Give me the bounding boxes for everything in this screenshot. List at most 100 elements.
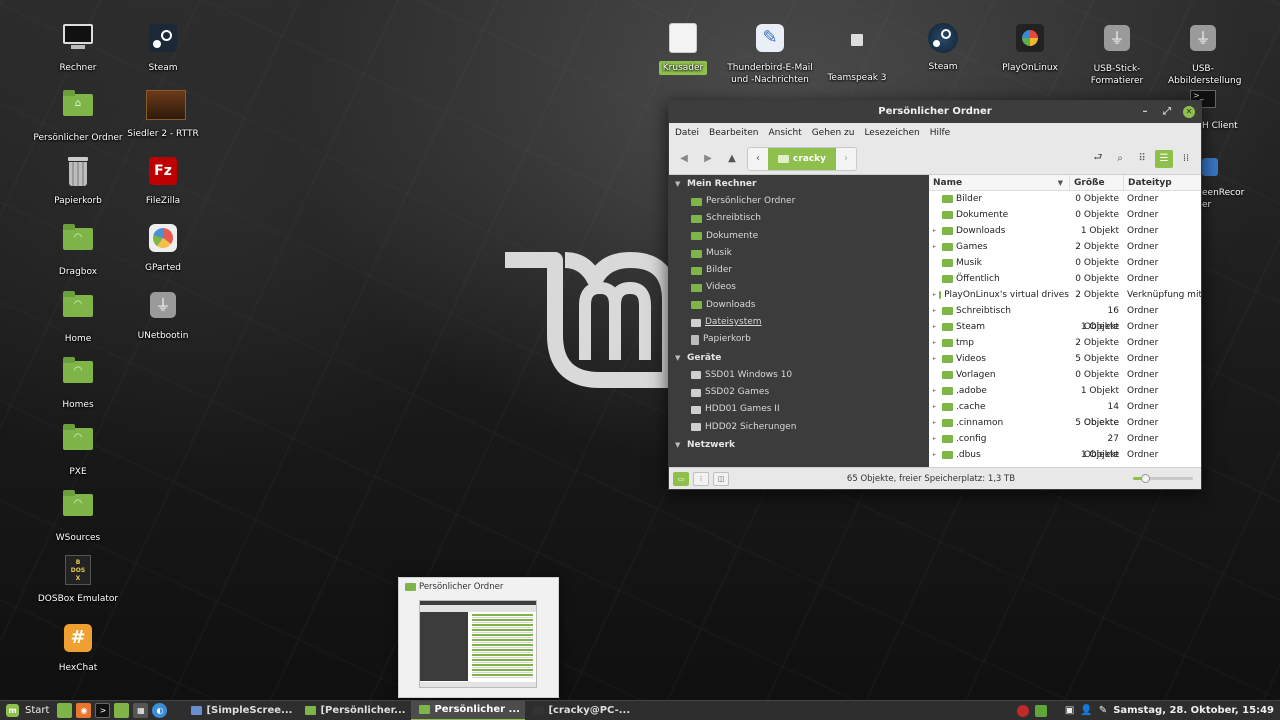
table-row[interactable]: ▸ PlayOnLinux's virtual drives 2 Objekte Ve… <box>929 287 1201 303</box>
expand-arrow-icon[interactable]: ▸ <box>933 399 939 415</box>
table-row[interactable]: ▸ Schreibtisch 16 Objekte Ordner <box>929 303 1201 332</box>
desktop-icon-persoenlicher-ordner[interactable]: ⌂ Persönlicher Ordner <box>33 88 123 144</box>
table-row[interactable]: Öffentlich 0 Objekte Ordner <box>929 271 1201 287</box>
sidebar-item-dateisystem[interactable]: Dateisystem <box>669 314 929 331</box>
sidebar-item-papierkorb[interactable]: Papierkorb <box>669 331 929 348</box>
preview-thumbnail[interactable] <box>419 600 537 688</box>
desktop-icon-gparted[interactable]: GParted <box>118 222 208 274</box>
sidebar-item-ssd02[interactable]: SSD02 Games <box>669 384 929 401</box>
compact-view-icon[interactable]: ⁞⁞ <box>1177 150 1195 168</box>
desktop-icon-usb-abbilderstellung[interactable]: ⏚ USB-Abbilderstellung <box>1158 22 1248 87</box>
sidebar-heading-mein-rechner[interactable]: ▼ Mein Rechner <box>669 175 929 193</box>
list-view-icon[interactable]: ☰ <box>1155 149 1173 168</box>
table-row[interactable]: ▸ Downloads 1 Objekt Ordner <box>929 223 1201 239</box>
icon-view-icon[interactable]: ⠿ <box>1133 150 1151 168</box>
column-name[interactable]: Name ▼ <box>929 175 1069 190</box>
search-icon[interactable]: ⌕ <box>1111 150 1129 168</box>
path-toggle-icon[interactable]: ⮐ <box>1089 150 1107 168</box>
table-row[interactable]: ▸ .dbus 1 Objekt Ordner <box>929 447 1201 463</box>
table-row[interactable]: ▸ .adobe 1 Objekt Ordner <box>929 383 1201 399</box>
window-preview-popup[interactable]: Persönlicher Ordner <box>398 577 559 698</box>
sidebar-item-hdd02[interactable]: HDD02 Sicherungen <box>669 419 929 436</box>
desktop-icon-rechner[interactable]: Rechner <box>33 22 123 74</box>
desktop-icon-usb-formatierer[interactable]: ⏚ USB-Stick-Formatierer <box>1072 22 1162 87</box>
minimize-icon[interactable]: – <box>1139 101 1151 123</box>
desktop-icon-dragbox[interactable]: ◠ Dragbox <box>33 222 123 278</box>
workspace-icon[interactable]: ▦ <box>133 703 149 718</box>
desktop-icon-siedler[interactable]: Siedler 2 - RTTR <box>118 88 208 140</box>
up-arrow-icon[interactable]: ▲ <box>723 150 741 168</box>
zoom-slider[interactable] <box>1133 474 1193 483</box>
show-desktop-icon[interactable] <box>57 703 73 718</box>
expand-arrow-icon[interactable]: ▸ <box>933 239 939 255</box>
window-titlebar[interactable]: Persönlicher Ordner – ⤢ ✕ <box>669 101 1201 123</box>
sidebar-item-schreibtisch[interactable]: Schreibtisch <box>669 210 929 227</box>
desktop-icon-steam-top[interactable]: Steam <box>898 22 988 73</box>
desktop-icon-filezilla[interactable]: Fz FileZilla <box>118 155 208 207</box>
zoom-slider-knob[interactable] <box>1141 474 1150 483</box>
table-row[interactable]: Bilder 0 Objekte Ordner <box>929 191 1201 207</box>
expand-arrow-icon[interactable]: ▸ <box>933 319 939 335</box>
table-row[interactable]: Dokumente 0 Objekte Ordner <box>929 207 1201 223</box>
taskbar-task[interactable]: [Persönlicher... <box>297 701 411 720</box>
expand-arrow-icon[interactable]: ▸ <box>933 287 936 303</box>
back-arrow-icon[interactable]: ◀ <box>675 150 693 168</box>
maximize-icon[interactable]: ⤢ <box>1161 101 1173 123</box>
desktop-icon-home[interactable]: ◠ Home <box>33 289 123 345</box>
places-toggle-icon[interactable]: ▭ <box>673 471 689 486</box>
menu-lesezeichen[interactable]: Lesezeichen <box>864 128 919 138</box>
desktop-icon-homes[interactable]: ◠ Homes <box>33 355 123 411</box>
table-row[interactable]: ▸ Steam 1 Objekt Ordner <box>929 319 1201 335</box>
network-icon[interactable]: ✎ <box>1099 705 1107 716</box>
column-type[interactable]: Dateityp <box>1123 175 1201 190</box>
menu-hilfe[interactable]: Hilfe <box>930 128 950 138</box>
desktop-icon-krusader[interactable]: Krusader <box>638 22 728 75</box>
table-row[interactable]: ▸ .config 27 Objekte Ordner <box>929 431 1201 460</box>
breadcrumb-home[interactable]: cracky <box>768 147 837 170</box>
expand-arrow-icon[interactable]: ▸ <box>933 303 939 319</box>
sidebar-heading-geraete[interactable]: ▼ Geräte <box>669 349 929 367</box>
sidebar-item-musik[interactable]: Musik <box>669 245 929 262</box>
taskbar-task[interactable]: [SimpleScree... <box>183 701 297 720</box>
breadcrumb-right-icon[interactable]: › <box>836 148 856 170</box>
user-icon[interactable]: 👤 <box>1080 705 1092 716</box>
terminal-icon[interactable]: > <box>95 703 111 718</box>
file-manager-window[interactable]: Persönlicher Ordner – ⤢ ✕ Datei Bearbeit… <box>668 100 1202 490</box>
files-icon[interactable] <box>114 703 130 718</box>
firefox-icon[interactable]: ◉ <box>76 703 92 718</box>
sidebar-item-dokumente[interactable]: Dokumente <box>669 228 929 245</box>
table-row[interactable]: ▸ .cache 14 Objekte Ordner <box>929 399 1201 428</box>
table-row[interactable]: Musik 0 Objekte Ordner <box>929 255 1201 271</box>
expand-arrow-icon[interactable]: ▸ <box>933 415 939 431</box>
sidebar-item-hdd01[interactable]: HDD01 Games II <box>669 401 929 418</box>
messenger-icon[interactable]: ◐ <box>152 703 168 718</box>
menu-datei[interactable]: Datei <box>675 128 699 138</box>
sidebar-item-downloads[interactable]: Downloads <box>669 297 929 314</box>
menu-bearbeiten[interactable]: Bearbeiten <box>709 128 758 138</box>
clock[interactable]: Samstag, 28. Oktober, 15:49 <box>1113 705 1274 716</box>
sidebar-item-bilder[interactable]: Bilder <box>669 262 929 279</box>
taskbar-task[interactable]: Persönlicher ... <box>411 700 526 720</box>
expand-arrow-icon[interactable]: ▸ <box>933 223 939 239</box>
sidebar-item-persoenlicher-ordner[interactable]: Persönlicher Ordner <box>669 193 929 210</box>
menu-ansicht[interactable]: Ansicht <box>768 128 801 138</box>
start-menu-button[interactable]: m Start <box>0 701 55 720</box>
desktop-icon-unetbootin[interactable]: ⏚ UNetbootin <box>118 289 208 342</box>
forward-arrow-icon[interactable]: ▶ <box>699 150 717 168</box>
menu-gehen-zu[interactable]: Gehen zu <box>812 128 855 138</box>
desktop-icon-dosbox[interactable]: B DOS X DOSBox Emulator <box>33 555 123 605</box>
sidebar-toggle-icon[interactable]: ◫ <box>713 471 729 486</box>
desktop-icon-pxe[interactable]: ◠ PXE <box>33 422 123 478</box>
window-list-icon[interactable]: ▣ <box>1065 705 1074 716</box>
column-size[interactable]: Größe <box>1069 175 1123 190</box>
desktop-icon-thunderbird[interactable]: ✎ Thunderbird-E-Mail und -Nachrichten <box>725 22 815 86</box>
sidebar-item-ssd01[interactable]: SSD01 Windows 10 <box>669 367 929 384</box>
expand-arrow-icon[interactable]: ▸ <box>933 351 939 367</box>
expand-arrow-icon[interactable]: ▸ <box>933 335 939 351</box>
breadcrumb-left-icon[interactable]: ‹ <box>748 148 768 170</box>
desktop-icon-wsources[interactable]: ◠ WSources <box>33 488 123 544</box>
close-icon[interactable]: ✕ <box>1183 106 1195 118</box>
table-row[interactable]: ▸ Videos 5 Objekte Ordner <box>929 351 1201 367</box>
sidebar-heading-netzwerk[interactable]: ▼ Netzwerk <box>669 436 929 454</box>
desktop-icon-teamspeak[interactable]: Teamspeak 3 <box>812 22 902 84</box>
